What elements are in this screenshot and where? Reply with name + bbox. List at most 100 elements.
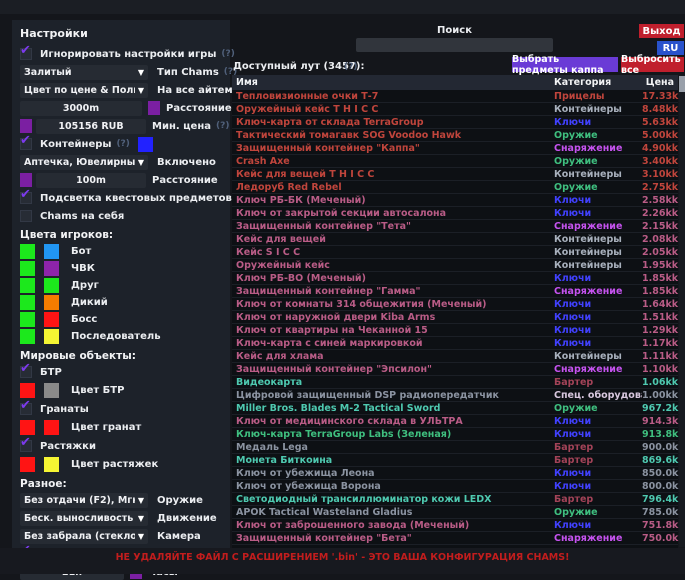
player-color-swatch-a[interactable]: [20, 278, 35, 293]
tripwires-label: Растяжки: [40, 441, 96, 452]
player-color-swatch-b[interactable]: [44, 244, 59, 259]
containers-color-swatch[interactable]: [138, 137, 153, 152]
table-scrollbar[interactable]: [679, 75, 685, 547]
min-price-input[interactable]: 105156 RUB: [36, 119, 146, 134]
select-kappa-items-button[interactable]: Выбрать предметы каппа: [512, 57, 618, 72]
grenades-checkbox[interactable]: ✔: [20, 403, 32, 415]
ignore-game-settings-checkbox[interactable]: ✔: [20, 48, 32, 60]
table-row[interactable]: Цифровой защищенный DSP радиопередатчикС…: [232, 389, 678, 402]
table-row[interactable]: Тактический томагавк SOG Voodoo HawkОруж…: [232, 129, 678, 142]
table-row[interactable]: Ключ от медицинского склада в УЛЬТРАКлюч…: [232, 415, 678, 428]
table-row[interactable]: Кейс для вещей T H I C CКонтейнеры3.10kk: [232, 168, 678, 181]
drop-all-button[interactable]: Выбросить все: [621, 57, 684, 72]
window-top-strip: [0, 0, 685, 14]
movement-label: Движение: [157, 513, 217, 524]
containers-distance-color-swatch[interactable]: [20, 173, 32, 187]
table-row[interactable]: APOK Tactical Wasteland GladiusОружие785…: [232, 506, 678, 519]
btr-color-row: Цвет БТР: [20, 382, 222, 399]
table-row[interactable]: Защищенный контейнер "Гамма"Снаряжение1.…: [232, 285, 678, 298]
player-color-swatch-b[interactable]: [44, 295, 59, 310]
item-category: Оружие: [554, 182, 642, 193]
help-hint[interactable]: (?): [216, 121, 229, 131]
table-row[interactable]: Ключ-карта с синей маркировкойКлючи1.17k…: [232, 337, 678, 350]
camera-dropdown[interactable]: Без забрала (стекло шлема) ▼: [20, 529, 148, 544]
btr-checkbox[interactable]: ✔: [20, 366, 32, 378]
column-header-name[interactable]: Имя: [236, 77, 554, 88]
column-header-category[interactable]: Категория: [554, 77, 642, 88]
tripwire-color-swatch-a[interactable]: [20, 457, 35, 472]
search-input[interactable]: [356, 38, 553, 52]
help-hint[interactable]: (?): [344, 62, 357, 72]
table-row[interactable]: Кейс для хламаКонтейнеры1.11kk: [232, 350, 678, 363]
table-row[interactable]: Ключ РБ-БК (Меченый)Ключи2.58kk: [232, 194, 678, 207]
btr-color-swatch-b[interactable]: [44, 383, 59, 398]
table-row[interactable]: Тепловизионные очки Т-7Прицелы17.33kk: [232, 90, 678, 103]
table-row[interactable]: Ключ от наружной двери Kiba ArmsКлючи1.5…: [232, 311, 678, 324]
chams-self-checkbox[interactable]: ✔: [20, 210, 32, 222]
table-row[interactable]: Оружейный кейс T H I C CКонтейнеры8.48kk: [232, 103, 678, 116]
item-category: Контейнеры: [554, 260, 642, 271]
item-price: 1.00kk: [642, 390, 678, 401]
table-row[interactable]: Ключ от закрытой секции автосалонаКлючи2…: [232, 207, 678, 220]
column-header-price[interactable]: Цена: [642, 77, 674, 88]
table-row[interactable]: Ключ-карта TerraGroup Labs (Зеленая)Ключ…: [232, 428, 678, 441]
containers-checkbox[interactable]: ✔: [20, 138, 32, 150]
player-color-swatch-b[interactable]: [44, 261, 59, 276]
grenade-color-swatch-b[interactable]: [44, 420, 59, 435]
item-price: 1.85kk: [642, 273, 678, 284]
tripwire-color-label: Цвет растяжек: [71, 459, 158, 470]
table-row[interactable]: Ключ-карта от склада TerraGroupКлючи5.63…: [232, 116, 678, 129]
player-color-swatch-a[interactable]: [20, 295, 35, 310]
table-row[interactable]: ВидеокартаБартер1.06kk: [232, 376, 678, 389]
table-row[interactable]: Защищенный контейнер "Каппа"Снаряжение4.…: [232, 142, 678, 155]
weapon-dropdown[interactable]: Без отдачи (F2), Мгновенное п ▼: [20, 493, 148, 508]
distance-input[interactable]: 3000m: [20, 101, 142, 116]
exit-button[interactable]: Выход: [639, 24, 684, 38]
containers-filter-dropdown[interactable]: Аптечка, Ювелирные и... ▼: [20, 155, 148, 170]
player-color-swatch-b[interactable]: [44, 278, 59, 293]
table-row[interactable]: Защищенный контейнер "Эпсилон"Снаряжение…: [232, 363, 678, 376]
table-row[interactable]: Crash AxeОружие3.40kk: [232, 155, 678, 168]
table-row[interactable]: Miller Bros. Blades M-2 Tactical SwordОр…: [232, 402, 678, 415]
table-row[interactable]: Ледоруб Red RebelОружие2.75kk: [232, 181, 678, 194]
table-row[interactable]: Оружейный кейсКонтейнеры1.95kk: [232, 259, 678, 272]
table-row[interactable]: Ключ от убежища ВоронаКлючи800.0k: [232, 480, 678, 493]
table-row[interactable]: Медаль LegaБартер900.0k: [232, 441, 678, 454]
player-color-swatch-a[interactable]: [20, 244, 35, 259]
scrollbar-thumb[interactable]: [679, 76, 685, 92]
item-price: 8.48kk: [642, 104, 678, 115]
movement-dropdown[interactable]: Беск. выносливость и нет уста ▼: [20, 511, 148, 526]
item-price: 869.6k: [642, 455, 678, 466]
all-items-dropdown[interactable]: Цвет по цене & Пользователь ▼: [20, 83, 148, 98]
distance-color-swatch[interactable]: [148, 101, 160, 115]
table-row[interactable]: Монета БиткоинаБартер869.6k: [232, 454, 678, 467]
table-row[interactable]: Светодиодный трансиллюминатор кожи LEDXБ…: [232, 493, 678, 506]
containers-distance-input[interactable]: 100m: [36, 173, 146, 188]
table-row[interactable]: Ключ от комнаты 314 общежития (Меченый)К…: [232, 298, 678, 311]
quest-highlight-checkbox[interactable]: ✔: [20, 192, 32, 204]
table-row[interactable]: Ключ от убежища ЛеонаКлючи850.0k: [232, 467, 678, 480]
min-price-color-swatch[interactable]: [20, 119, 32, 133]
help-hint[interactable]: (?): [116, 139, 129, 149]
player-color-swatch-a[interactable]: [20, 329, 35, 344]
player-color-row: ЧВК: [20, 260, 222, 277]
item-name: Кейс для вещей: [236, 234, 554, 245]
table-row[interactable]: Кейс для вещейКонтейнеры2.08kk: [232, 233, 678, 246]
table-row[interactable]: Защищенный контейнер "Бета"Снаряжение750…: [232, 532, 678, 545]
player-color-swatch-b[interactable]: [44, 312, 59, 327]
tripwires-checkbox[interactable]: ✔: [20, 440, 32, 452]
checkmark-icon: ✔: [20, 43, 31, 58]
tripwire-color-swatch-b[interactable]: [44, 457, 59, 472]
btr-color-swatch-a[interactable]: [20, 383, 35, 398]
table-row[interactable]: Ключ от квартиры на Чеканной 15Ключи1.29…: [232, 324, 678, 337]
table-row[interactable]: Кейс S I C CКонтейнеры2.05kk: [232, 246, 678, 259]
table-row[interactable]: Защищенный контейнер "Тета"Снаряжение2.1…: [232, 220, 678, 233]
grenade-color-swatch-a[interactable]: [20, 420, 35, 435]
help-hint[interactable]: (?): [221, 49, 234, 59]
player-color-swatch-b[interactable]: [44, 329, 59, 344]
chams-type-dropdown[interactable]: Залитый ▼: [20, 65, 148, 80]
table-row[interactable]: Ключ РБ-ВО (Меченый)Ключи1.85kk: [232, 272, 678, 285]
player-color-swatch-a[interactable]: [20, 261, 35, 276]
table-row[interactable]: Ключ от заброшенного завода (Меченый)Клю…: [232, 519, 678, 532]
player-color-swatch-a[interactable]: [20, 312, 35, 327]
